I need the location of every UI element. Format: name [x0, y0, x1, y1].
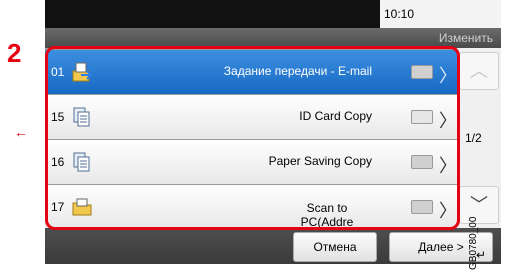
callout-number: 2	[7, 38, 22, 68]
list-item[interactable]: 01 Задание передачи - E-mail 〉	[45, 50, 457, 94]
scroll-panel: ︿ 1/2 ﹀	[457, 48, 501, 228]
chevron-right-icon: 〉	[439, 201, 457, 221]
clock: 10:10	[380, 0, 501, 28]
document-id: GB0780_00	[467, 216, 479, 270]
item-label: Paper Saving Copy	[268, 154, 372, 168]
mode-icon	[411, 200, 433, 214]
next-button-label: Далее >	[418, 240, 464, 254]
mode-icon	[411, 110, 433, 124]
copy-pages-icon	[73, 107, 90, 127]
folder-scan-icon	[72, 198, 92, 216]
chevron-right-icon: 〉	[439, 156, 457, 176]
page-indicator: 1/2	[465, 131, 482, 145]
item-number: 15	[51, 110, 65, 124]
mode-icon	[411, 65, 433, 79]
item-label: Задание передачи - E-mail	[223, 64, 372, 78]
item-number: 17	[51, 200, 65, 214]
program-list: 01 Задание передачи - E-mail 〉 15 ID Car…	[45, 48, 457, 243]
status-bar: 10:10	[45, 0, 501, 28]
edit-button[interactable]: Изменить	[439, 29, 493, 47]
item-number: 16	[51, 155, 65, 169]
list-item[interactable]: 17 Scan to PC(Addre ess Entry) 〉	[45, 185, 457, 243]
touch-panel-screen: 10:10 Изменить 01 Задание передачи - E-m…	[45, 0, 501, 264]
cancel-button[interactable]: Отмена	[293, 232, 377, 262]
copy-pages-icon	[73, 152, 90, 172]
chevron-right-icon: 〉	[439, 66, 457, 86]
bottom-bar: Отмена Далее > ↵	[45, 228, 501, 264]
item-number: 01	[51, 65, 65, 79]
chevron-right-icon: 〉	[439, 111, 457, 131]
list-item[interactable]: 16 Paper Saving Copy 〉	[45, 140, 457, 184]
edit-bar: Изменить	[45, 28, 501, 48]
scroll-up-button[interactable]: ︿	[459, 52, 499, 90]
callout-tick: ←	[14, 124, 28, 140]
mode-icon	[411, 155, 433, 169]
email-send-icon	[72, 62, 93, 82]
list-item[interactable]: 15 ID Card Copy 〉	[45, 95, 457, 139]
item-label: ID Card Copy	[299, 109, 372, 123]
scroll-down-button[interactable]: ﹀	[459, 186, 499, 224]
